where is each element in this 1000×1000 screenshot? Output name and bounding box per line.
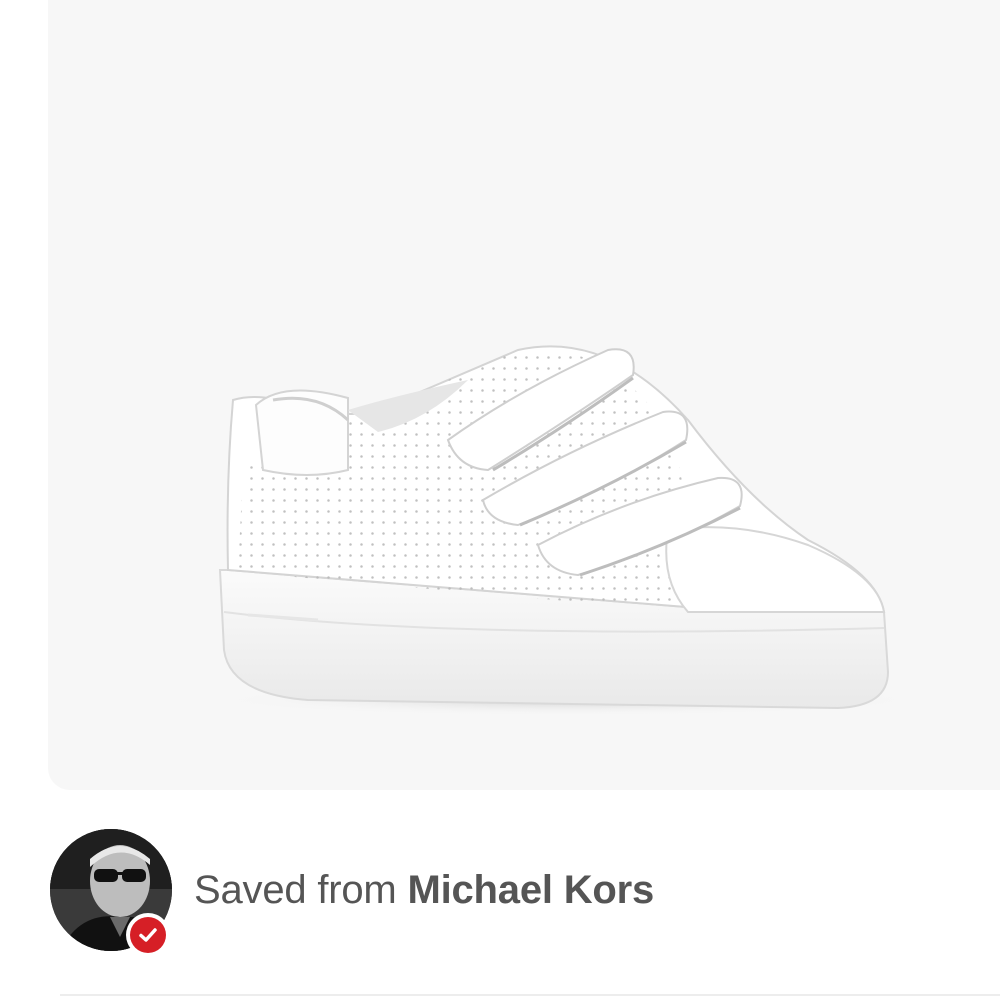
source-name-link[interactable]: Michael Kors — [407, 868, 654, 912]
verified-badge — [126, 913, 170, 957]
divider — [60, 994, 1000, 996]
pin-attribution: Saved from Michael Kors — [50, 828, 950, 957]
verified-check-icon — [130, 917, 166, 953]
saved-from-prefix: Saved from — [194, 867, 397, 912]
pin-image[interactable] — [48, 0, 1000, 790]
sneaker-illustration — [208, 345, 928, 716]
pin-closeup-page: Saved from Michael Kors — [0, 0, 1000, 1000]
saved-from-text: Saved from Michael Kors — [194, 868, 654, 913]
source-avatar[interactable] — [50, 829, 172, 957]
